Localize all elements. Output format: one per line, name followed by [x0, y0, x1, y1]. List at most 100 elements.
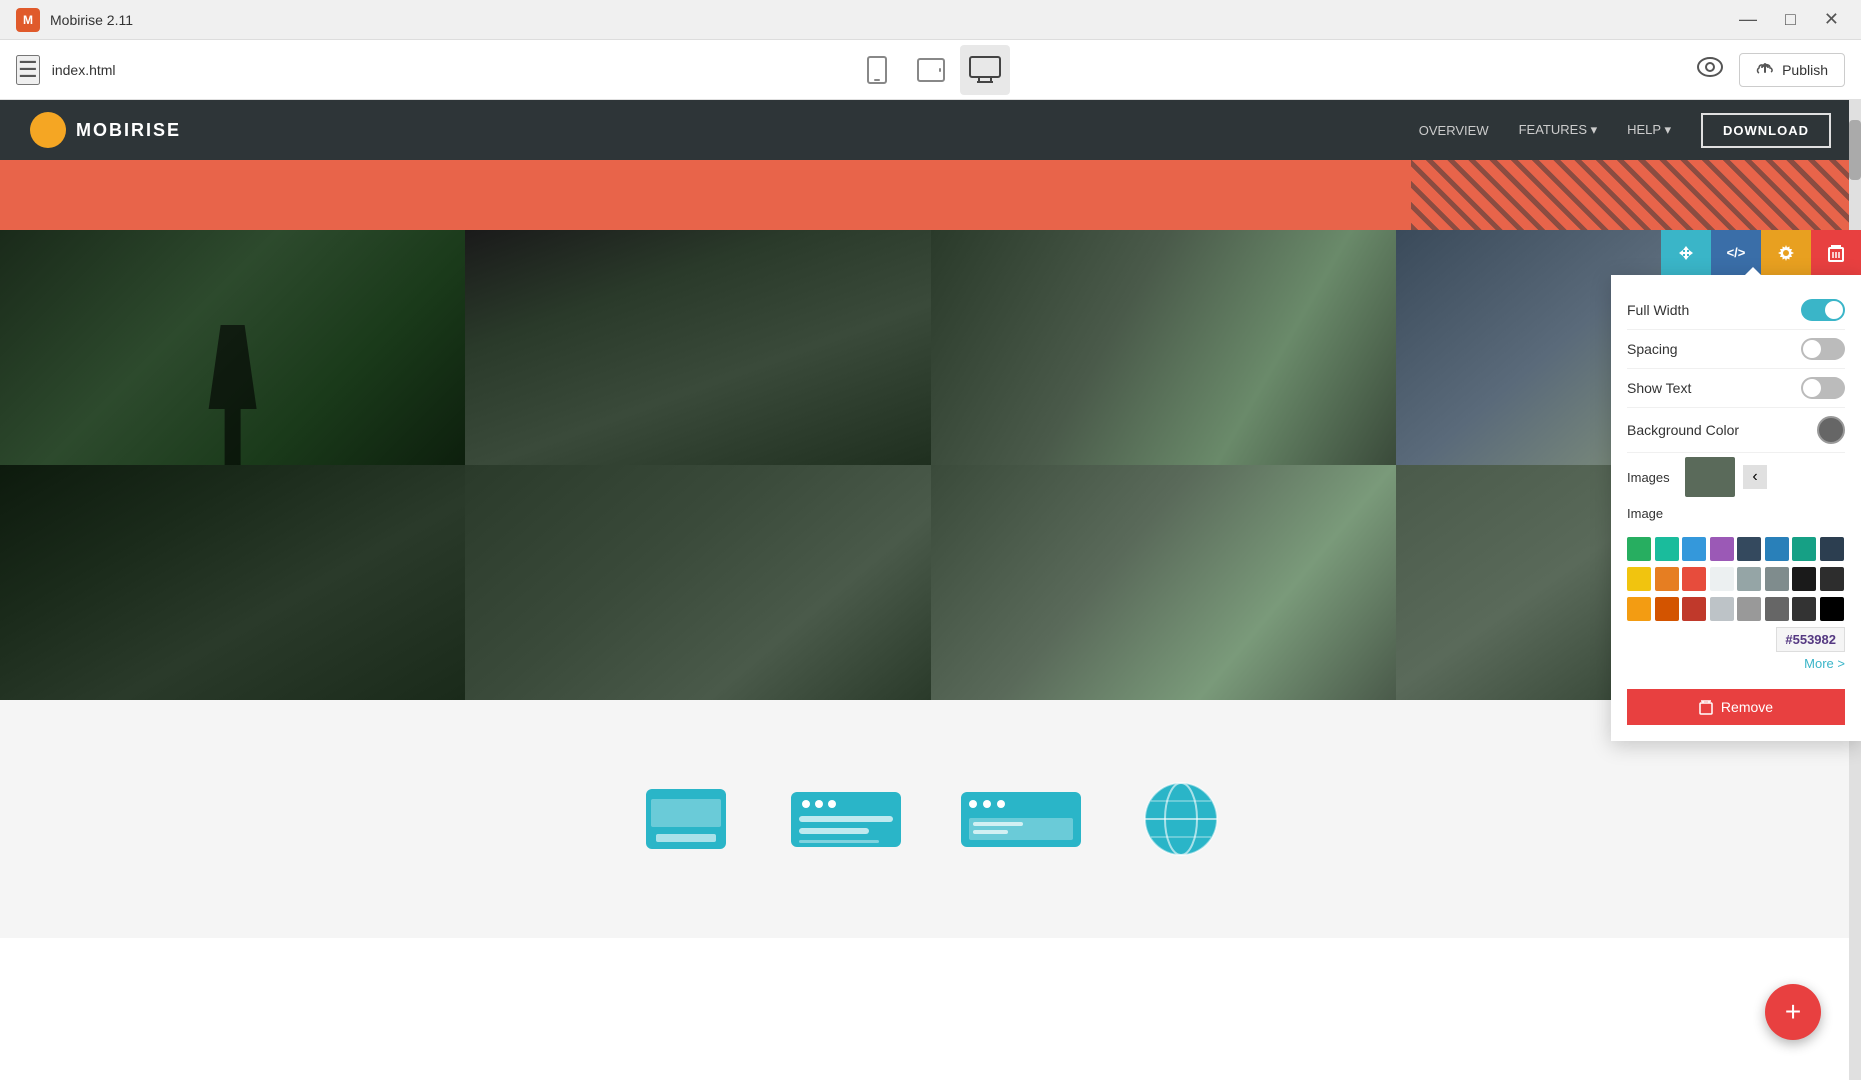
color-swatch-silver[interactable]	[1710, 597, 1734, 621]
preview-button[interactable]	[1697, 57, 1723, 83]
gallery-image-7	[931, 465, 1396, 700]
nav-links: OVERVIEW FEATURES ▾ HELP ▾ DOWNLOAD	[1419, 113, 1831, 148]
more-colors-link[interactable]: More >	[1627, 656, 1845, 671]
color-swatch-medium-gray[interactable]	[1737, 597, 1761, 621]
color-swatch-purple[interactable]	[1710, 537, 1734, 561]
color-swatch-mid-blue[interactable]	[1765, 537, 1789, 561]
settings-section-button[interactable]	[1761, 230, 1811, 275]
color-hex-row: #553982	[1627, 627, 1845, 652]
feature-globe-icon	[1141, 779, 1221, 859]
show-text-toggle[interactable]	[1801, 377, 1845, 399]
background-color-setting: Background Color	[1627, 408, 1845, 453]
move-section-button[interactable]	[1661, 230, 1711, 275]
color-section: #553982 More >	[1627, 529, 1845, 679]
feature-menu-icon	[791, 792, 901, 847]
mobile-device-button[interactable]	[852, 45, 902, 95]
gallery-image-5	[0, 465, 465, 700]
code-icon: </>	[1727, 245, 1746, 260]
color-swatch-dark[interactable]	[1792, 567, 1816, 591]
full-width-setting: Full Width	[1627, 291, 1845, 330]
color-swatch-red[interactable]	[1682, 567, 1706, 591]
color-swatch-dark-teal[interactable]	[1792, 537, 1816, 561]
toolbar: ☰ index.html	[0, 40, 1861, 100]
color-swatch-gray[interactable]	[1737, 567, 1761, 591]
nav-link-help[interactable]: HELP ▾	[1627, 122, 1671, 138]
delete-section-button[interactable]	[1811, 230, 1861, 275]
image-label-row: Image	[1627, 505, 1845, 529]
image-gallery: </> Full Width	[0, 230, 1861, 700]
diagonal-pattern	[1411, 160, 1861, 230]
color-swatch-dim-gray[interactable]	[1765, 597, 1789, 621]
spacing-setting: Spacing	[1627, 330, 1845, 369]
publish-label: Publish	[1782, 62, 1828, 78]
add-section-button[interactable]: +	[1765, 984, 1821, 1040]
color-swatch-navy[interactable]	[1820, 537, 1844, 561]
scroll-thumb[interactable]	[1849, 120, 1861, 180]
device-switcher	[852, 45, 1010, 95]
color-swatch-dark-orange[interactable]	[1655, 597, 1679, 621]
remove-label: Remove	[1721, 699, 1773, 715]
nav-logo: MOBIRISE	[30, 112, 181, 148]
nav-bar: MOBIRISE OVERVIEW FEATURES ▾ HELP ▾ DOWN…	[0, 100, 1861, 160]
images-label: Images	[1627, 470, 1677, 485]
bottom-section	[0, 700, 1861, 938]
title-bar-left: M Mobirise 2.11	[16, 8, 133, 32]
window-controls: — □ ✕	[1733, 7, 1845, 32]
color-swatch-darker[interactable]	[1820, 567, 1844, 591]
image-thumbnail[interactable]	[1685, 457, 1735, 497]
panel-caret	[1745, 267, 1761, 275]
color-grid-row2	[1627, 567, 1845, 591]
nav-download-button[interactable]: DOWNLOAD	[1701, 113, 1831, 148]
orange-section	[0, 160, 1861, 230]
color-hex-display[interactable]: #553982	[1776, 627, 1845, 652]
full-width-label: Full Width	[1627, 302, 1689, 318]
gallery-image-6	[465, 465, 930, 700]
color-swatch-dark-blue[interactable]	[1737, 537, 1761, 561]
nav-logo-text: MOBIRISE	[76, 120, 181, 141]
prev-image-button[interactable]: ‹	[1743, 465, 1767, 489]
menu-button[interactable]: ☰	[16, 55, 40, 85]
show-text-label: Show Text	[1627, 380, 1691, 396]
desktop-device-button[interactable]	[960, 45, 1010, 95]
color-swatch-black[interactable]	[1820, 597, 1844, 621]
color-swatch-charcoal[interactable]	[1792, 597, 1816, 621]
feature-window-icon	[961, 792, 1081, 847]
gallery-image-2	[465, 230, 930, 465]
background-color-label: Background Color	[1627, 422, 1739, 438]
color-swatch-blue[interactable]	[1682, 537, 1706, 561]
spacing-toggle[interactable]	[1801, 338, 1845, 360]
tablet-device-button[interactable]	[906, 45, 956, 95]
nav-link-overview[interactable]: OVERVIEW	[1419, 123, 1489, 138]
app-title: Mobirise 2.11	[50, 12, 133, 28]
color-swatch-orange[interactable]	[1655, 567, 1679, 591]
color-swatch-amber[interactable]	[1627, 597, 1651, 621]
section-toolbar: </>	[1661, 230, 1861, 275]
gallery-image-3	[931, 230, 1396, 465]
color-swatch-mid-gray[interactable]	[1765, 567, 1789, 591]
maximize-button[interactable]: □	[1779, 7, 1802, 32]
title-bar: M Mobirise 2.11 — □ ✕	[0, 0, 1861, 40]
settings-panel: Full Width Spacing Show Text Background …	[1611, 275, 1861, 741]
app-logo: M	[16, 8, 40, 32]
nav-link-features[interactable]: FEATURES ▾	[1519, 122, 1598, 138]
color-swatch-teal[interactable]	[1655, 537, 1679, 561]
remove-button[interactable]: Remove	[1627, 689, 1845, 725]
full-width-toggle[interactable]	[1801, 299, 1845, 321]
publish-button[interactable]: Publish	[1739, 53, 1845, 87]
toolbar-right: Publish	[1697, 53, 1845, 87]
close-button[interactable]: ✕	[1818, 7, 1845, 32]
color-grid-row3	[1627, 597, 1845, 621]
gallery-image-1	[0, 230, 465, 465]
color-grid-row1	[1627, 537, 1845, 561]
images-row: Images ‹	[1627, 453, 1845, 505]
color-swatch-yellow[interactable]	[1627, 567, 1651, 591]
feature-tablet-icon	[641, 784, 731, 854]
background-color-swatch[interactable]	[1817, 416, 1845, 444]
spacing-label: Spacing	[1627, 341, 1678, 357]
color-swatch-green[interactable]	[1627, 537, 1651, 561]
show-text-setting: Show Text	[1627, 369, 1845, 408]
nav-logo-icon	[30, 112, 66, 148]
color-swatch-dark-red[interactable]	[1682, 597, 1706, 621]
color-swatch-light-gray[interactable]	[1710, 567, 1734, 591]
minimize-button[interactable]: —	[1733, 7, 1763, 32]
